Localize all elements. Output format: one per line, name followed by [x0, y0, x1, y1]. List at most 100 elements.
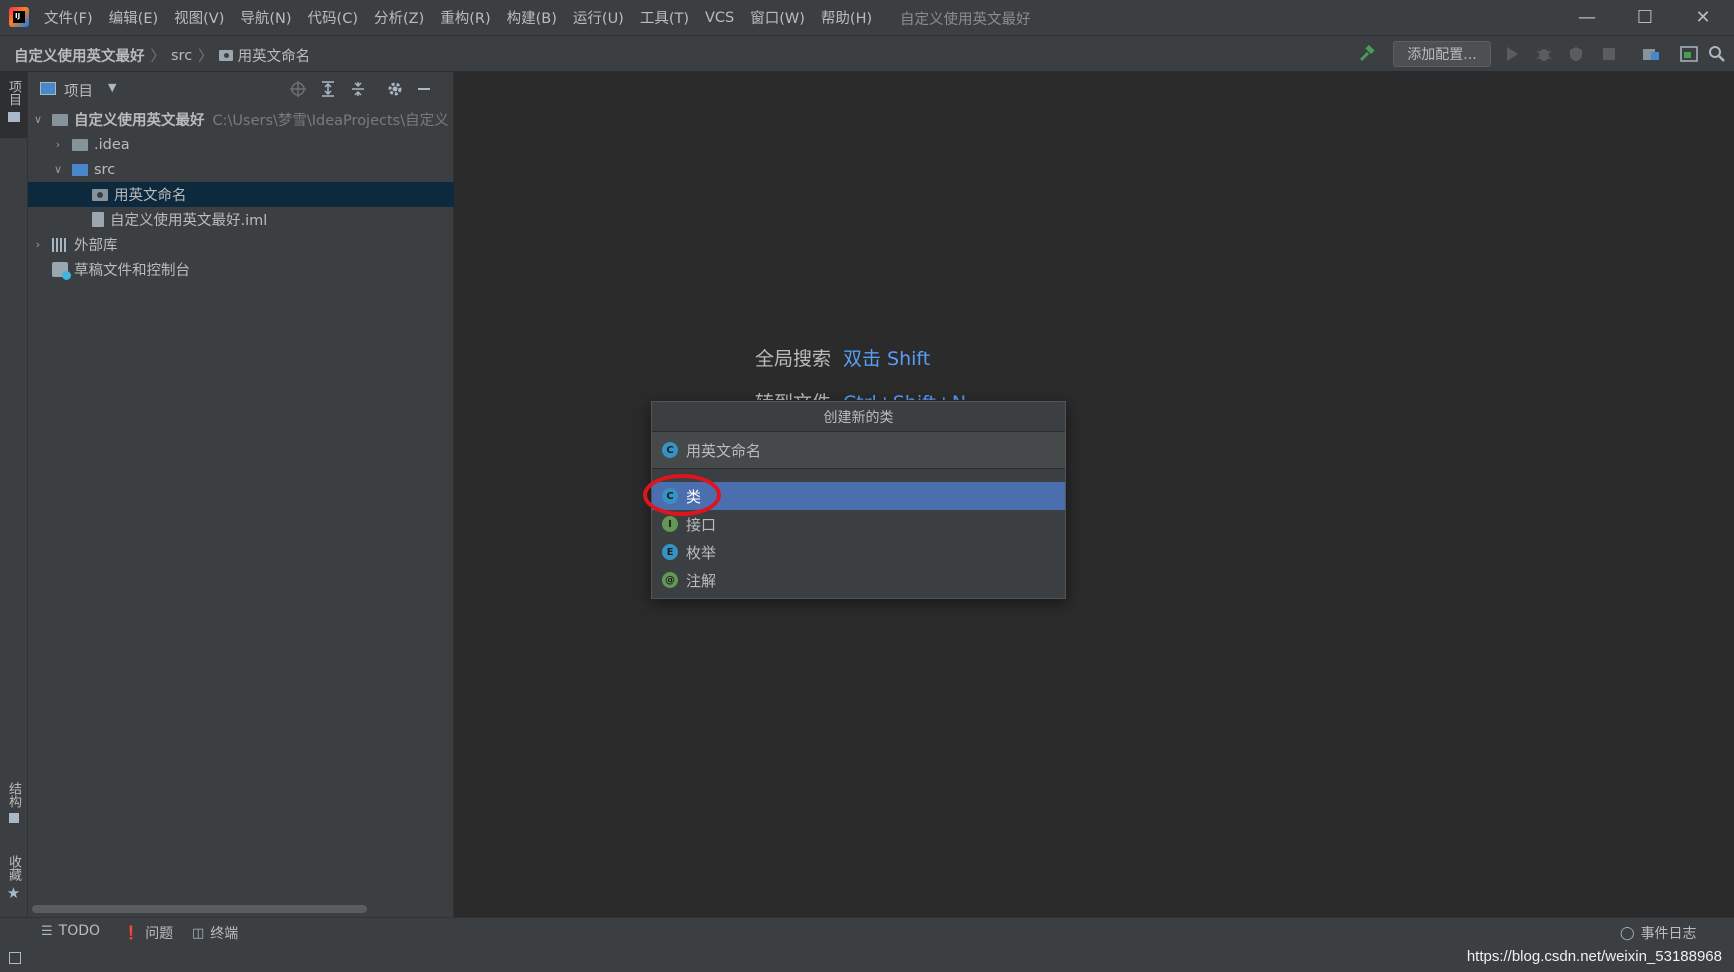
menu-tools[interactable]: 工具(T): [632, 7, 697, 28]
tree-label: 用英文命名: [114, 188, 187, 204]
chevron-down-icon[interactable]: ∨: [52, 163, 64, 176]
event-log-tab[interactable]: ◯ 事件日志: [1620, 923, 1697, 943]
terminal-label: 终端: [210, 926, 239, 942]
left-tool-strip: 项目 结构 收藏 ★: [0, 72, 28, 917]
class-icon: C: [662, 442, 678, 458]
package-icon: [218, 50, 233, 61]
add-configuration-button[interactable]: 添加配置...: [1393, 41, 1491, 67]
structure-icon: [8, 813, 19, 823]
todo-tab[interactable]: ☰ TODO: [41, 923, 100, 939]
menu-edit[interactable]: 编辑(E): [101, 7, 166, 28]
chevron-down-icon[interactable]: ∨: [32, 113, 44, 126]
breadcrumb-src[interactable]: src: [171, 48, 192, 64]
panel-title[interactable]: 项目: [64, 80, 93, 101]
chevron-right-icon: 〉: [150, 49, 166, 65]
menu-analyze[interactable]: 分析(Z): [366, 7, 432, 28]
event-log-label: 事件日志: [1640, 926, 1697, 942]
tab-favorites[interactable]: 收藏 ★: [0, 855, 27, 902]
project-panel: 项目 ▼ ∨ 自定义使用英文最好 C:\Users\梦雪\IdeaProject…: [28, 72, 497, 917]
project-folder-icon: [52, 113, 68, 126]
breadcrumb: 自定义使用英文最好 〉 src 〉 用英文命名: [14, 45, 310, 66]
dialog-title: 创建新的类: [652, 402, 1065, 432]
gear-icon[interactable]: [385, 79, 405, 99]
maximize-icon[interactable]: ☐: [1616, 0, 1674, 35]
interface-icon: I: [662, 516, 678, 532]
option-annotation[interactable]: @ 注解: [652, 566, 1065, 594]
tab-structure[interactable]: 结构: [0, 782, 27, 823]
folder-icon: [72, 138, 88, 151]
navigation-bar: 自定义使用英文最好 〉 src 〉 用英文命名 添加配置...: [0, 36, 1734, 72]
hide-panel-icon[interactable]: [414, 79, 434, 99]
close-icon[interactable]: ✕: [1674, 0, 1732, 35]
project-view-icon: [40, 82, 56, 95]
tool-windows-toggle-icon[interactable]: [9, 952, 21, 964]
tree-item-idea[interactable]: › .idea: [28, 132, 477, 157]
menu-build[interactable]: 构建(B): [499, 7, 565, 28]
menu-help[interactable]: 帮助(H): [813, 7, 880, 28]
tree-project-path: C:\Users\梦雪\IdeaProjects\自定义: [212, 113, 449, 129]
search-icon[interactable]: [1708, 45, 1726, 63]
menu-code[interactable]: 代码(C): [300, 7, 366, 28]
tree-label: .idea: [94, 136, 130, 153]
debug-icon[interactable]: [1535, 45, 1553, 63]
menu-bar: 文件(F) 编辑(E) 视图(V) 导航(N) 代码(C) 分析(Z) 重构(R…: [36, 0, 880, 35]
problems-label: 问题: [145, 926, 174, 942]
expand-all-icon[interactable]: [318, 79, 338, 99]
enum-icon: E: [662, 544, 678, 560]
source-folder-icon: [72, 163, 88, 176]
terminal-tab[interactable]: ◫ 终端: [192, 923, 238, 943]
library-icon: [52, 237, 68, 252]
menu-vcs[interactable]: VCS: [697, 10, 742, 26]
class-name-input[interactable]: [686, 441, 1026, 459]
tree-item-project-root[interactable]: ∨ 自定义使用英文最好 C:\Users\梦雪\IdeaProjects\自定义: [28, 107, 457, 132]
tree-item-external-libs[interactable]: › 外部库: [28, 232, 457, 257]
tree-label: 自定义使用英文最好.iml: [110, 213, 268, 229]
tree-item-iml[interactable]: 自定义使用英文最好.iml: [28, 207, 497, 232]
tab-structure-label: 结构: [6, 782, 21, 808]
minimize-icon[interactable]: —: [1558, 0, 1616, 35]
toggle-window-icon[interactable]: [1680, 45, 1698, 63]
chevron-down-icon[interactable]: ▼: [108, 81, 116, 94]
tree-item-scratches[interactable]: 草稿文件和控制台: [28, 257, 457, 282]
coverage-icon[interactable]: [1567, 45, 1585, 63]
red-highlight-circle: [643, 474, 721, 516]
tree-item-package[interactable]: 用英文命名: [28, 182, 497, 207]
locate-icon[interactable]: [288, 79, 308, 99]
menu-window[interactable]: 窗口(W): [742, 7, 813, 28]
option-interface[interactable]: I 接口: [652, 510, 1065, 538]
horizontal-scrollbar[interactable]: [32, 905, 367, 913]
run-icon[interactable]: [1503, 45, 1521, 63]
tool-window-bar: ☰ TODO ❗ 问题 ◫ 终端 ◯ 事件日志: [0, 917, 1734, 946]
problems-tab[interactable]: ❗ 问题: [123, 923, 173, 943]
tab-favorites-label: 收藏: [6, 855, 21, 881]
hammer-icon[interactable]: [1358, 45, 1376, 63]
menu-run[interactable]: 运行(U): [565, 7, 632, 28]
chevron-right-icon[interactable]: ›: [32, 238, 44, 251]
breadcrumb-package[interactable]: 用英文命名: [238, 45, 311, 66]
tree-project-name: 自定义使用英文最好: [74, 113, 205, 129]
hint-goto-file: 转到文件 Ctrl+Shift+N: [755, 388, 966, 400]
menu-file[interactable]: 文件(F): [36, 7, 101, 28]
project-structure-icon[interactable]: [1642, 45, 1660, 63]
menu-navigate[interactable]: 导航(N): [232, 7, 299, 28]
chevron-right-icon[interactable]: ›: [52, 138, 64, 151]
hint-shortcut: 双击 Shift: [843, 348, 931, 370]
hint-label: 全局搜索: [755, 348, 832, 370]
tab-project-label: 项目: [6, 80, 21, 106]
menu-view[interactable]: 视图(V): [166, 7, 232, 28]
collapse-all-icon[interactable]: [348, 79, 368, 99]
list-icon: ☰: [41, 923, 53, 939]
tab-project[interactable]: 项目: [0, 72, 27, 138]
option-enum[interactable]: E 枚举: [652, 538, 1065, 566]
hint-label: 转到文件: [755, 392, 831, 400]
csdn-watermark: https://blog.csdn.net/weixin_53188968: [1466, 948, 1722, 965]
scratches-icon: [52, 262, 71, 280]
menu-refactor[interactable]: 重构(R): [432, 7, 498, 28]
option-label: 注解: [686, 571, 717, 590]
option-label: 枚举: [686, 543, 717, 562]
tree-label: src: [94, 161, 116, 178]
intellij-logo-icon[interactable]: IJ: [9, 7, 29, 27]
stop-icon[interactable]: [1600, 45, 1618, 63]
breadcrumb-project[interactable]: 自定义使用英文最好: [14, 45, 145, 66]
tree-item-src[interactable]: ∨ src: [28, 157, 477, 182]
